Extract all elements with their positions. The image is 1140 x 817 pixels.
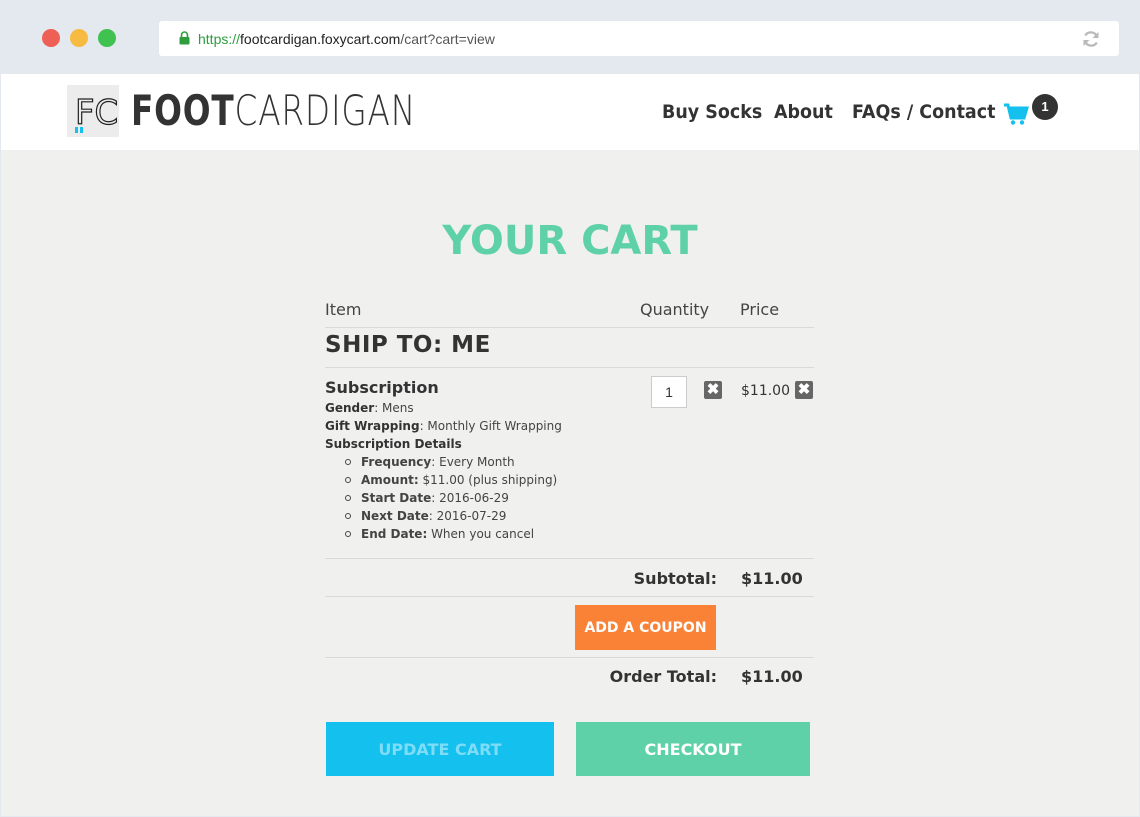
subtotal-label: Subtotal:	[633, 569, 717, 588]
option-value: : Monthly Gift Wrapping	[419, 419, 562, 433]
option-label: Gender	[325, 401, 375, 415]
item-name: Subscription	[325, 378, 439, 397]
reload-icon[interactable]	[1081, 29, 1101, 49]
item-option-gender: Gender: Mens	[325, 401, 414, 415]
logo-light: CARDIGAN	[234, 86, 417, 135]
divider	[325, 558, 814, 559]
option-value: : Mens	[374, 401, 414, 415]
subscription-detail: Next Date: 2016-07-29	[345, 509, 506, 523]
quantity-input[interactable]: 1	[651, 376, 687, 408]
divider	[325, 596, 814, 597]
nav-buy-socks[interactable]: Buy Socks	[662, 101, 762, 123]
option-label: Subscription Details	[325, 437, 462, 451]
detail-label: Next Date	[361, 509, 429, 523]
lock-icon	[179, 31, 190, 45]
subscription-detail: Amount: $11.00 (plus shipping)	[345, 473, 557, 487]
subscription-detail: Frequency: Every Month	[345, 455, 515, 469]
detail-label: Frequency	[361, 455, 432, 469]
bullet-icon	[345, 458, 351, 465]
subscription-detail: Start Date: 2016-06-29	[345, 491, 509, 505]
add-coupon-button[interactable]: ADD A COUPON	[575, 605, 716, 650]
detail-value: : 2016-06-29	[431, 491, 509, 505]
cart-icon[interactable]	[1003, 102, 1029, 126]
remove-item-icon[interactable]: ✖	[795, 381, 813, 399]
item-option-subscription-details: Subscription Details	[325, 437, 462, 451]
subscription-detail: End Date: When you cancel	[345, 527, 534, 541]
logo-mark[interactable]: FC	[67, 85, 119, 137]
ship-to-heading: SHIP TO: ME	[325, 332, 491, 358]
detail-value: : 2016-07-29	[428, 509, 507, 523]
detail-value: $11.00 (plus shipping)	[418, 473, 558, 487]
bullet-icon	[345, 530, 351, 537]
item-price: $11.00	[741, 383, 790, 399]
detail-label: End Date:	[361, 527, 428, 541]
nav-faqs-contact[interactable]: FAQs / Contact	[852, 101, 995, 123]
checkout-button[interactable]: CHECKOUT	[576, 722, 810, 776]
detail-value: : Every Month	[431, 455, 515, 469]
bullet-icon	[345, 476, 351, 483]
url-path: /cart?cart=view	[400, 31, 495, 47]
order-total-value: $11.00	[741, 667, 803, 686]
item-option-gift-wrapping: Gift Wrapping: Monthly Gift Wrapping	[325, 419, 562, 433]
cart-count-badge[interactable]: 1	[1032, 94, 1058, 120]
browser-chrome: https://footcardigan.foxycart.com/cart?c…	[0, 0, 1140, 74]
divider	[325, 367, 814, 368]
close-window-button[interactable]	[42, 29, 60, 47]
logo-mark-icon: FC	[74, 92, 118, 133]
maximize-window-button[interactable]	[98, 29, 116, 47]
order-total-label: Order Total:	[609, 667, 717, 686]
column-header-quantity: Quantity	[640, 300, 710, 319]
page: FC FOOTCARDIGAN Buy Socks About FAQs / C…	[1, 74, 1139, 816]
detail-label: Start Date	[361, 491, 432, 505]
bullet-icon	[345, 494, 351, 501]
column-header-price: Price	[740, 300, 780, 319]
option-label: Gift Wrapping	[325, 419, 420, 433]
divider	[325, 327, 814, 328]
bullet-icon	[345, 512, 351, 519]
minimize-window-button[interactable]	[70, 29, 88, 47]
page-title: YOUR CART	[442, 218, 698, 264]
site-header: FC FOOTCARDIGAN Buy Socks About FAQs / C…	[1, 74, 1139, 150]
divider	[325, 657, 814, 658]
reset-quantity-icon[interactable]: ✖	[704, 381, 722, 399]
detail-value: When you cancel	[427, 527, 535, 541]
logo-bold: FOOT	[131, 86, 235, 135]
logo-wordmark[interactable]: FOOTCARDIGAN	[131, 86, 416, 135]
url-scheme: https://	[198, 31, 241, 47]
column-header-item: Item	[325, 300, 362, 319]
nav-about[interactable]: About	[774, 101, 833, 123]
url-host: footcardigan.foxycart.com	[240, 31, 401, 47]
subtotal-value: $11.00	[741, 569, 803, 588]
url-text: https://footcardigan.foxycart.com/cart?c…	[198, 31, 495, 47]
detail-label: Amount:	[361, 473, 419, 487]
address-bar[interactable]: https://footcardigan.foxycart.com/cart?c…	[159, 21, 1119, 56]
update-cart-button[interactable]: UPDATE CART	[326, 722, 554, 776]
